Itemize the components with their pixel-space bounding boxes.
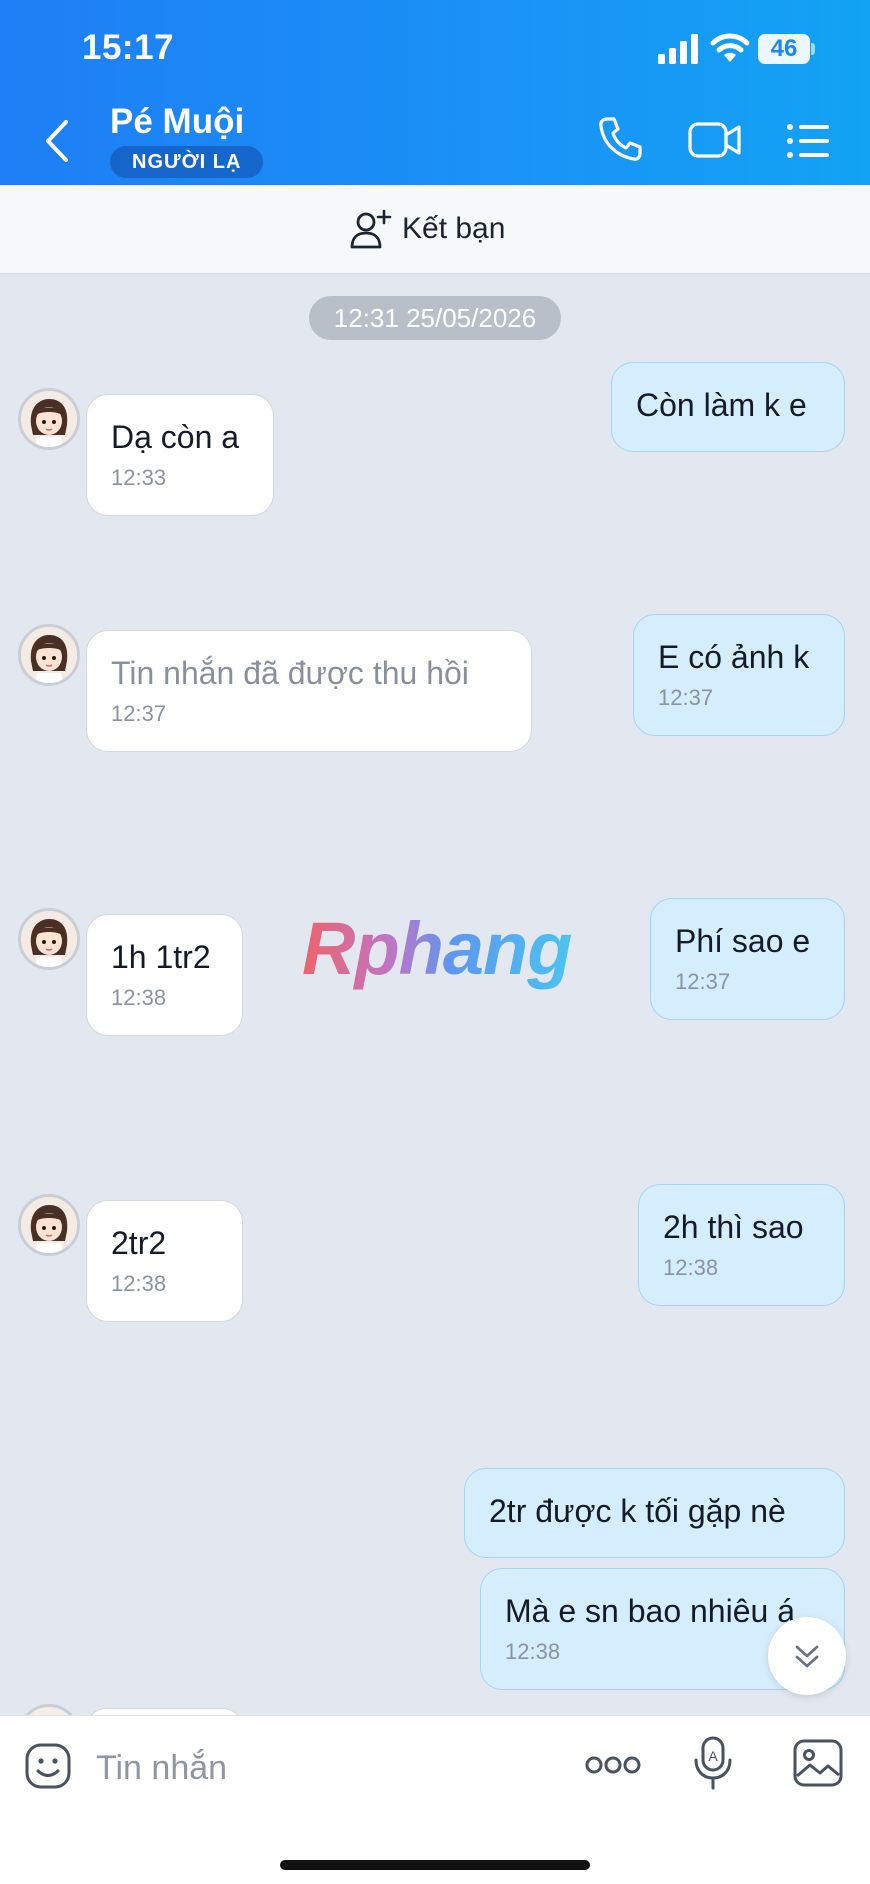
message-bubble-outgoing[interactable]: Phí sao e 12:37 (650, 898, 845, 1020)
message-time: 12:38 (111, 985, 167, 1010)
message-bubble-incoming[interactable] (86, 1708, 243, 1715)
message-text: E có ảnh k (658, 639, 810, 675)
message-input[interactable] (94, 1736, 568, 1800)
message-time: 12:37 (675, 969, 731, 994)
message-time: 12:38 (505, 1639, 561, 1664)
message-time: 12:38 (111, 1271, 167, 1296)
chat-header: 15:17 46 Pé Muội NGƯỜI LẠ (0, 0, 870, 185)
message-bubble-incoming[interactable]: 2tr2 12:38 (86, 1200, 243, 1322)
message-text: Phí sao e (675, 923, 811, 959)
message-time: 12:37 (658, 685, 714, 710)
message-composer: A (0, 1715, 870, 1884)
image-icon[interactable] (792, 1738, 844, 1788)
message-text: 2tr được k tối gặp nè (489, 1493, 786, 1529)
battery-tip (811, 43, 815, 55)
message-bubble-outgoing[interactable]: E có ảnh k 12:37 (633, 614, 845, 736)
video-camera-icon[interactable] (688, 120, 742, 160)
message-text: Còn làm k e (636, 387, 807, 423)
message-bubble-outgoing[interactable]: Còn làm k e (611, 362, 845, 452)
message-bubble-incoming[interactable]: 1h 1tr2 12:38 (86, 914, 243, 1036)
stranger-badge: NGƯỜI LẠ (110, 146, 264, 178)
message-text: Dạ còn a (111, 419, 240, 455)
message-text: 2h thì sao (663, 1209, 804, 1245)
girl-avatar-icon (21, 627, 77, 683)
microphone-icon[interactable]: A (692, 1736, 734, 1790)
message-time: 12:38 (663, 1255, 719, 1280)
girl-avatar-icon (21, 1197, 77, 1253)
wifi-icon (710, 33, 750, 62)
watermark-logo: Rphang (302, 907, 572, 990)
girl-avatar-icon (21, 391, 77, 447)
add-friend-button[interactable]: Kết bạn (350, 205, 505, 253)
recalled-message-text: Tin nhắn đã được thu hồi (111, 655, 469, 691)
add-person-icon (350, 209, 392, 249)
status-time: 15:17 (82, 28, 175, 67)
avatar[interactable] (18, 1704, 80, 1715)
sticker-icon[interactable] (24, 1742, 72, 1790)
avatar[interactable] (18, 1194, 80, 1256)
more-dots-icon[interactable] (584, 1752, 642, 1778)
cellular-signal-icon (658, 34, 698, 64)
message-text: Mà e sn bao nhiêu á (505, 1593, 795, 1629)
date-divider: 12:31 25/05/2026 (309, 296, 561, 340)
message-list[interactable]: 12:31 25/05/2026 Còn làm k e Dạ còn a 12… (0, 274, 870, 1715)
svg-text:A: A (708, 1748, 718, 1764)
chevron-left-icon[interactable] (40, 118, 76, 164)
message-text: 1h 1tr2 (111, 939, 211, 975)
message-bubble-outgoing[interactable]: 2tr được k tối gặp nè (464, 1468, 845, 1558)
message-text: 2tr2 (111, 1225, 167, 1261)
message-bubble-recalled[interactable]: Tin nhắn đã được thu hồi 12:37 (86, 630, 532, 752)
avatar[interactable] (18, 388, 80, 450)
scroll-to-bottom-button[interactable] (768, 1617, 846, 1695)
list-menu-icon[interactable] (786, 122, 830, 160)
home-indicator (280, 1860, 590, 1870)
message-bubble-outgoing[interactable]: 2h thì sao 12:38 (638, 1184, 845, 1306)
message-time: 12:37 (111, 701, 167, 726)
message-bubble-incoming[interactable]: Dạ còn a 12:33 (86, 394, 274, 516)
message-time: 12:33 (111, 465, 167, 490)
double-chevron-down-icon (795, 1645, 819, 1668)
phone-icon[interactable] (598, 116, 642, 162)
avatar[interactable] (18, 908, 80, 970)
contact-name[interactable]: Pé Muội (110, 102, 244, 142)
avatar[interactable] (18, 624, 80, 686)
add-friend-bar: Kết bạn (0, 185, 870, 274)
girl-avatar-icon (21, 911, 77, 967)
add-friend-label: Kết bạn (402, 212, 506, 245)
battery-indicator: 46 (758, 34, 810, 64)
